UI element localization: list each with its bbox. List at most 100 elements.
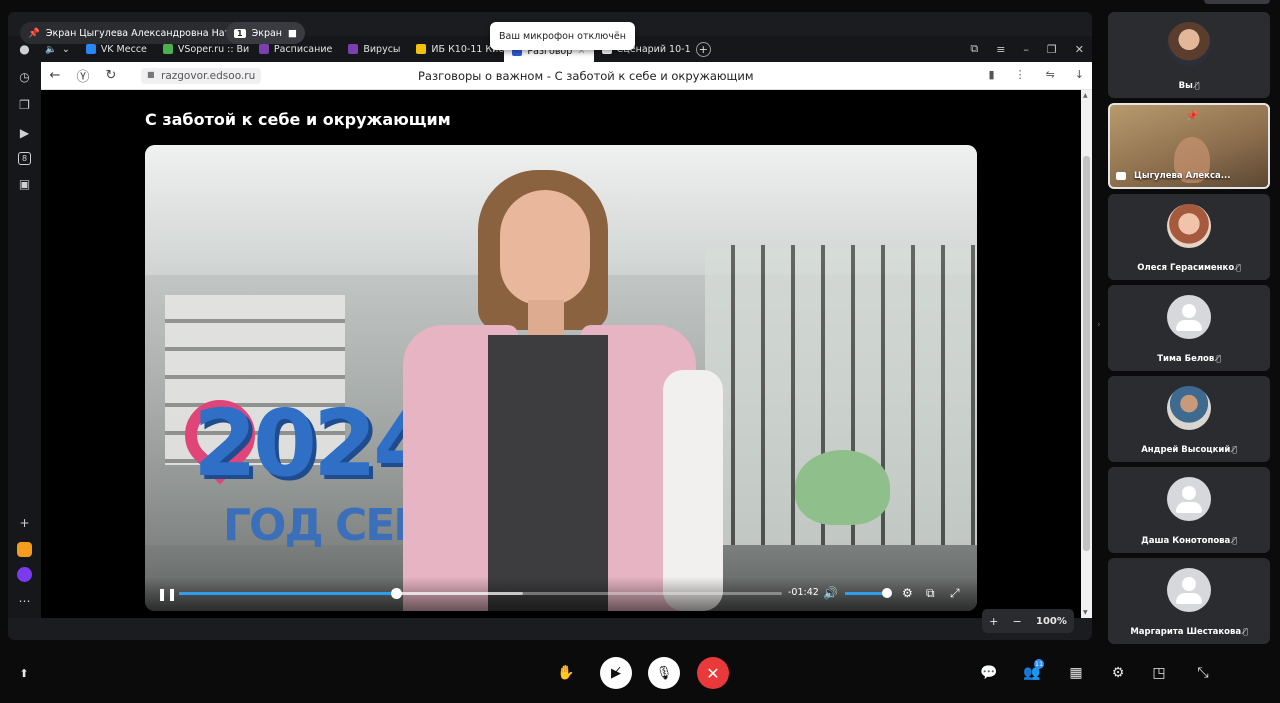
participant-tile[interactable]: Тима Белов 🎙̸ xyxy=(1108,285,1270,371)
tab-label: VK Мессе xyxy=(100,43,147,55)
pin-icon[interactable]: 📌 xyxy=(1186,111,1198,122)
end-call-icon: ✕ xyxy=(706,663,720,683)
tab-3[interactable]: Вирусы xyxy=(340,36,408,62)
mail-icon[interactable] xyxy=(17,542,32,557)
volume-icon[interactable]: 🔊 xyxy=(823,586,838,600)
participant-name: Андрей Высоцкий xyxy=(1141,445,1231,455)
end-call-button[interactable]: ✕ xyxy=(697,657,729,689)
participant-tile[interactable]: Вы 🎙̸ xyxy=(1108,12,1270,98)
exit-fullscreen-icon[interactable]: ⤡ xyxy=(1187,657,1219,689)
zoom-level: 100% xyxy=(1035,615,1067,627)
download-icon[interactable]: ↓ xyxy=(1075,68,1084,81)
participant-tile[interactable]: Маргарита Шестакова 🎙̸ xyxy=(1108,558,1270,644)
chat-icon[interactable]: 💬 xyxy=(973,657,1005,689)
mic-muted-icon: 🎙̸ xyxy=(1243,627,1248,636)
volume-fill xyxy=(845,592,887,595)
settings-icon[interactable]: ⚙ xyxy=(1102,657,1134,689)
tab-favicon xyxy=(162,44,173,54)
maximize-icon[interactable]: ❐ xyxy=(1047,43,1057,56)
yandex-icon[interactable]: Ⓨ xyxy=(69,66,97,85)
participant-tile[interactable]: Андрей Высоцкий 🎙̸ xyxy=(1108,376,1270,462)
mic-muted-icon: 🎙̸ xyxy=(1194,81,1200,90)
video-progress-fill xyxy=(179,592,397,595)
bookmark-icon[interactable]: ▮ xyxy=(989,68,995,81)
participant-tile[interactable]: Даша Конотопова 🎙̸ xyxy=(1108,467,1270,553)
popout-icon[interactable]: ⧉ xyxy=(926,586,935,601)
presenter xyxy=(383,160,733,611)
participant-name: Маргарита Шестакова xyxy=(1130,627,1242,637)
zoom-out-button[interactable]: − xyxy=(1013,615,1022,628)
eight-app-icon[interactable]: 8 xyxy=(18,152,31,165)
user-icon xyxy=(1167,295,1211,339)
participant-tile[interactable]: Олеся Герасименко 🎙̸ xyxy=(1108,194,1270,280)
close-icon[interactable]: ✕ xyxy=(1075,43,1084,56)
tab-label: Расписание xyxy=(273,43,333,55)
camera-off-button[interactable]: ▶̸ xyxy=(600,657,632,689)
scroll-up-icon[interactable]: ▲ xyxy=(1083,92,1088,99)
new-tab-button[interactable]: + xyxy=(695,41,711,57)
reload-icon[interactable]: ↻ xyxy=(97,68,125,83)
video-icon[interactable]: ▶ xyxy=(16,124,34,142)
video-scene-beanbag xyxy=(795,450,890,525)
video-player[interactable]: 2024 ГОД СЕМ ❚❚ -01:42 🔊 ⚙ ⧉ ⤢ xyxy=(145,145,977,611)
volume-slider[interactable] xyxy=(845,588,892,598)
more-icon[interactable]: ⋯ xyxy=(16,592,34,610)
collapse-panel-icon[interactable]: › xyxy=(1097,320,1101,330)
fullscreen-icon[interactable]: ⤢ xyxy=(950,586,960,601)
mic-off-button[interactable]: 🎙 xyxy=(648,657,680,689)
volume-handle[interactable] xyxy=(881,588,892,598)
minimize-icon[interactable]: – xyxy=(1023,43,1029,56)
screen-share-icon xyxy=(1116,172,1126,180)
video-controls: ❚❚ -01:42 🔊 ⚙ ⧉ ⤢ xyxy=(145,577,977,611)
page-scrollbar[interactable]: ▲ ▼ xyxy=(1081,90,1092,618)
translate-icon[interactable]: ⇋ xyxy=(1046,68,1055,81)
add-icon[interactable]: + xyxy=(16,514,34,532)
zoom-in-button[interactable]: + xyxy=(989,615,998,628)
avatar xyxy=(1167,386,1211,430)
avatar xyxy=(1167,477,1211,521)
history-icon[interactable]: ◷ xyxy=(16,68,34,86)
screen-chip-label: Экран xyxy=(251,27,283,39)
participant-tile[interactable]: 📌 Цыгулева Алекса... xyxy=(1108,103,1270,189)
url-field[interactable]: ■ razgovor.edsoo.ru xyxy=(141,68,262,84)
grid-layout-icon[interactable]: ▦ xyxy=(1060,657,1092,689)
camera-off-icon: ▶̸ xyxy=(611,665,621,681)
scroll-down-icon[interactable]: ▼ xyxy=(1083,609,1088,616)
tab-favicon xyxy=(348,44,359,54)
screen-chip[interactable]: 1 Экран ■ xyxy=(226,22,305,44)
tabs-icon[interactable]: ⧉ xyxy=(970,42,978,56)
alice-icon[interactable] xyxy=(17,567,32,582)
top-handle xyxy=(1204,0,1270,4)
menu-icon[interactable]: ≡ xyxy=(996,43,1005,56)
presenter-sleeve xyxy=(663,370,723,611)
participant-name: Даша Конотопова xyxy=(1141,536,1231,546)
pause-icon[interactable]: ❚❚ xyxy=(157,587,177,601)
mic-muted-icon: 🎙̸ xyxy=(1232,445,1237,454)
url-text: razgovor.edsoo.ru xyxy=(161,70,256,82)
collections-icon[interactable]: ❐ xyxy=(16,96,34,114)
presenter-neck xyxy=(528,300,564,340)
pin-icon: 📌 xyxy=(28,27,40,39)
kebab-menu-icon[interactable]: ⋮ xyxy=(1015,68,1026,81)
scrollbar-thumb[interactable] xyxy=(1083,156,1090,551)
settings-gear-icon[interactable]: ⚙ xyxy=(902,586,913,600)
tab-label: VSoper.ru :: Ви xyxy=(177,43,250,55)
video-progress-handle[interactable] xyxy=(391,588,403,599)
tab-label: Вирусы xyxy=(363,43,401,55)
avatar xyxy=(1167,568,1211,612)
raise-hand-icon[interactable]: ✋ xyxy=(550,657,582,689)
chevron-down-icon: ⌄ xyxy=(61,43,70,55)
video-progress-bar[interactable] xyxy=(179,588,782,599)
share-screen-icon[interactable]: ⬆ xyxy=(8,657,40,689)
tab-favicon xyxy=(258,44,269,54)
participant-name-row: Цыгулева Алекса... xyxy=(1134,171,1268,181)
speaker-icon: 🔈 xyxy=(45,43,57,55)
page-viewport: С заботой к себе и окружающим 2024 ГОД С… xyxy=(41,90,1081,618)
mic-muted-icon: 🎙̸ xyxy=(1232,536,1237,545)
lock-icon: ■ xyxy=(147,70,155,79)
participants-panel: Вы 🎙̸ 📌 Цыгулева Алекса... Олеся Герасименко… xyxy=(1108,12,1270,649)
screen-icon[interactable]: ▣ xyxy=(16,175,34,193)
back-icon[interactable]: ← xyxy=(41,68,69,83)
participants-button[interactable]: 👥 11 xyxy=(1016,657,1048,689)
picture-in-picture-icon[interactable]: ◳ xyxy=(1143,657,1175,689)
